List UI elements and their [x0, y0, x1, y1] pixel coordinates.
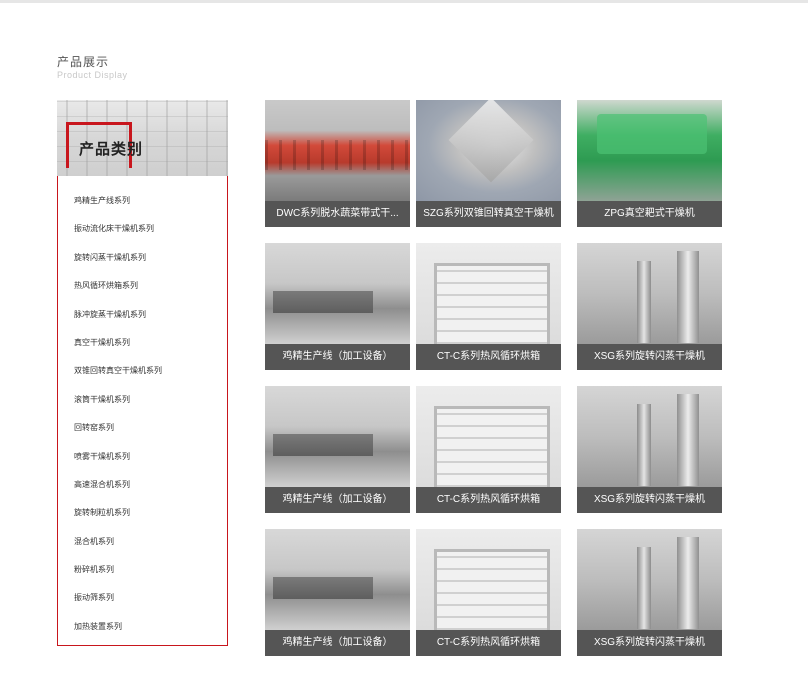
double-cone-dryer-photo[interactable]	[416, 100, 561, 201]
category-item[interactable]: 振动流化床干燥机系列	[58, 215, 227, 243]
category-item[interactable]: 脉冲旋蒸干燥机系列	[58, 301, 227, 329]
category-list: 鸡精生产线系列 振动流化床干燥机系列 旋转闪蒸干燥机系列 热风循环烘箱系列 脉冲…	[57, 176, 228, 646]
product-card[interactable]: SZG系列双锥回转真空干燥机	[416, 100, 561, 227]
product-card[interactable]: XSG系列旋转闪蒸干燥机	[577, 529, 722, 656]
product-caption[interactable]: ZPG真空耙式干燥机	[577, 201, 722, 227]
belt-dryer-photo[interactable]	[265, 100, 410, 201]
category-item[interactable]: 粉碎机系列	[58, 556, 227, 584]
category-item[interactable]: 振动筛系列	[58, 584, 227, 612]
product-card[interactable]: 鸡精生产线（加工设备）	[265, 243, 410, 370]
product-caption[interactable]: CT-C系列热风循环烘箱	[416, 487, 561, 513]
category-item[interactable]: 真空干燥机系列	[58, 329, 227, 357]
product-caption[interactable]: XSG系列旋转闪蒸干燥机	[577, 487, 722, 513]
product-caption[interactable]: CT-C系列热风循环烘箱	[416, 344, 561, 370]
category-header-title: 产品类别	[79, 141, 144, 158]
product-caption[interactable]: 鸡精生产线（加工设备）	[265, 487, 410, 513]
product-caption[interactable]: 鸡精生产线（加工设备）	[265, 344, 410, 370]
flash-dryer-photo[interactable]	[577, 386, 722, 487]
category-header: 产品类别	[57, 100, 228, 176]
category-item[interactable]: 双锥回转真空干燥机系列	[58, 357, 227, 385]
category-item[interactable]: 旋转闪蒸干燥机系列	[58, 244, 227, 272]
oven-photo[interactable]	[416, 243, 561, 344]
production-line-photo[interactable]	[265, 243, 410, 344]
product-card[interactable]: 鸡精生产线（加工设备）	[265, 529, 410, 656]
product-caption[interactable]: SZG系列双锥回转真空干燥机	[416, 201, 561, 227]
product-caption[interactable]: 鸡精生产线（加工设备）	[265, 630, 410, 656]
product-caption[interactable]: XSG系列旋转闪蒸干燥机	[577, 344, 722, 370]
product-card[interactable]: XSG系列旋转闪蒸干燥机	[577, 386, 722, 513]
product-card[interactable]: ZPG真空耙式干燥机	[577, 100, 722, 227]
production-line-photo[interactable]	[265, 386, 410, 487]
product-card[interactable]: 鸡精生产线（加工设备）	[265, 386, 410, 513]
flash-dryer-photo[interactable]	[577, 243, 722, 344]
category-sidebar: 产品类别 鸡精生产线系列 振动流化床干燥机系列 旋转闪蒸干燥机系列 热风循环烘箱…	[57, 100, 228, 646]
top-divider	[0, 0, 808, 3]
product-card[interactable]: CT-C系列热风循环烘箱	[416, 386, 561, 513]
category-item[interactable]: 加热装置系列	[58, 613, 227, 641]
category-item[interactable]: 高速混合机系列	[58, 471, 227, 499]
oven-photo[interactable]	[416, 529, 561, 630]
flash-dryer-photo[interactable]	[577, 529, 722, 630]
production-line-photo[interactable]	[265, 529, 410, 630]
product-caption[interactable]: DWC系列脱水蔬菜带式干...	[265, 201, 410, 227]
category-item[interactable]: 混合机系列	[58, 528, 227, 556]
category-item[interactable]: 回转窑系列	[58, 414, 227, 442]
category-item[interactable]: 喷雾干燥机系列	[58, 443, 227, 471]
category-item[interactable]: 热风循环烘箱系列	[58, 272, 227, 300]
category-item[interactable]: 鸡精生产线系列	[58, 187, 227, 215]
category-item[interactable]: 滚筒干燥机系列	[58, 386, 227, 414]
category-item[interactable]: 旋转制粒机系列	[58, 499, 227, 527]
rake-dryer-photo[interactable]	[577, 100, 722, 201]
product-caption[interactable]: XSG系列旋转闪蒸干燥机	[577, 630, 722, 656]
product-card[interactable]: CT-C系列热风循环烘箱	[416, 529, 561, 656]
section-title: 产品展示	[57, 55, 110, 69]
product-card[interactable]: CT-C系列热风循环烘箱	[416, 243, 561, 370]
section-subtitle: Product Display	[57, 70, 128, 80]
product-card[interactable]: DWC系列脱水蔬菜带式干...	[265, 100, 410, 227]
oven-photo[interactable]	[416, 386, 561, 487]
product-card[interactable]: XSG系列旋转闪蒸干燥机	[577, 243, 722, 370]
product-caption[interactable]: CT-C系列热风循环烘箱	[416, 630, 561, 656]
